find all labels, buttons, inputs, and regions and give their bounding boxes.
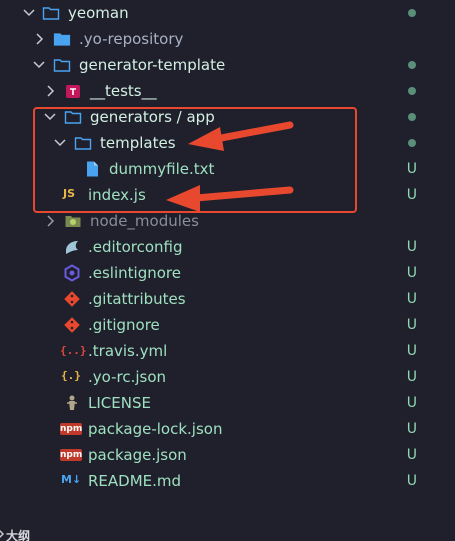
eslint-icon xyxy=(64,264,80,282)
npm-icon: npm xyxy=(60,423,83,435)
tree-row-travis[interactable]: {..} .travis.yml U xyxy=(0,338,455,364)
modified-dot xyxy=(408,87,416,95)
tree-row-yeoman[interactable]: yeoman xyxy=(0,0,455,26)
license-icon xyxy=(67,395,77,410)
tree-label: generator-template xyxy=(79,56,226,74)
git-status-untracked: U xyxy=(406,239,417,255)
git-icon xyxy=(64,291,80,307)
tree-row-generator-template[interactable]: generator-template xyxy=(0,52,455,78)
git-status-untracked: U xyxy=(406,447,417,463)
tree-row-gitignore[interactable]: .gitignore U xyxy=(0,312,455,338)
tree-row-readme[interactable]: M↓ README.md U xyxy=(0,468,455,494)
tree-row-editorconfig[interactable]: .editorconfig U xyxy=(0,234,455,260)
git-status-untracked: U xyxy=(406,265,417,281)
chevron-down-icon[interactable] xyxy=(22,4,36,22)
annotation-arrow-templates xyxy=(188,121,294,151)
modified-dot xyxy=(408,113,416,121)
git-status-untracked: U xyxy=(406,421,417,437)
folder-open-icon xyxy=(53,59,71,72)
tree-label: .gitignore xyxy=(88,316,160,334)
git-status-untracked: U xyxy=(406,395,417,411)
git-status-untracked: U xyxy=(406,161,417,177)
annotation-arrow-index-js xyxy=(166,185,294,212)
modified-dot xyxy=(408,61,416,69)
tree-label: .gitattributes xyxy=(88,290,186,308)
folder-open-icon xyxy=(42,7,60,20)
chevron-right-icon[interactable] xyxy=(43,82,57,100)
npm-icon: npm xyxy=(60,449,83,461)
tree-label: yeoman xyxy=(68,4,129,22)
editorconfig-icon xyxy=(66,241,78,254)
git-status-untracked: U xyxy=(406,317,417,333)
git-status-untracked: U xyxy=(406,473,417,489)
git-icon xyxy=(64,317,80,333)
modified-dot xyxy=(408,9,416,17)
git-status-untracked: U xyxy=(406,343,417,359)
tree-label: package-lock.json xyxy=(88,420,223,438)
test-folder-icon xyxy=(66,85,80,98)
json-braces-icon: {.} xyxy=(61,369,81,382)
tree-label: .yo-rc.json xyxy=(88,368,167,386)
git-status-untracked: U xyxy=(406,291,417,307)
tree-row-package[interactable]: npm package.json U xyxy=(0,442,455,468)
modified-dot xyxy=(408,139,416,147)
tree-row-yo-rc[interactable]: {.} .yo-rc.json U xyxy=(0,364,455,390)
tree-row-license[interactable]: LICENSE U xyxy=(0,390,455,416)
outline-section-header[interactable]: 大纲 xyxy=(6,527,30,541)
markdown-icon: M↓ xyxy=(61,473,82,486)
tree-label: README.md xyxy=(88,472,182,490)
tree-row-package-lock[interactable]: npm package-lock.json U xyxy=(0,416,455,442)
folder-icon xyxy=(53,33,71,46)
git-status-untracked: U xyxy=(406,187,417,203)
node-folder-icon xyxy=(65,216,81,227)
tree-label: .yo-repository xyxy=(79,30,184,48)
tree-label: __tests__ xyxy=(90,82,157,100)
tree-label: package.json xyxy=(88,446,187,464)
tree-row-tests[interactable]: __tests__ xyxy=(0,78,455,104)
file-explorer: yeoman .yo-repository generator-template… xyxy=(0,0,455,541)
tree-row-gitattributes[interactable]: .gitattributes U xyxy=(0,286,455,312)
chevron-down-icon[interactable] xyxy=(32,56,46,74)
git-status-untracked: U xyxy=(406,369,417,385)
yaml-braces-icon: {..} xyxy=(60,344,87,357)
chevron-right-icon[interactable] xyxy=(32,30,46,48)
tree-label: .editorconfig xyxy=(88,238,183,256)
tree-label: .travis.yml xyxy=(88,342,168,360)
tree-row-yo-repository[interactable]: .yo-repository xyxy=(0,26,455,52)
tree-label: .eslintignore xyxy=(88,264,181,282)
chevron-right-icon[interactable] xyxy=(43,212,57,230)
tree-row-eslintignore[interactable]: .eslintignore U xyxy=(0,260,455,286)
tree-label: LICENSE xyxy=(88,394,151,412)
